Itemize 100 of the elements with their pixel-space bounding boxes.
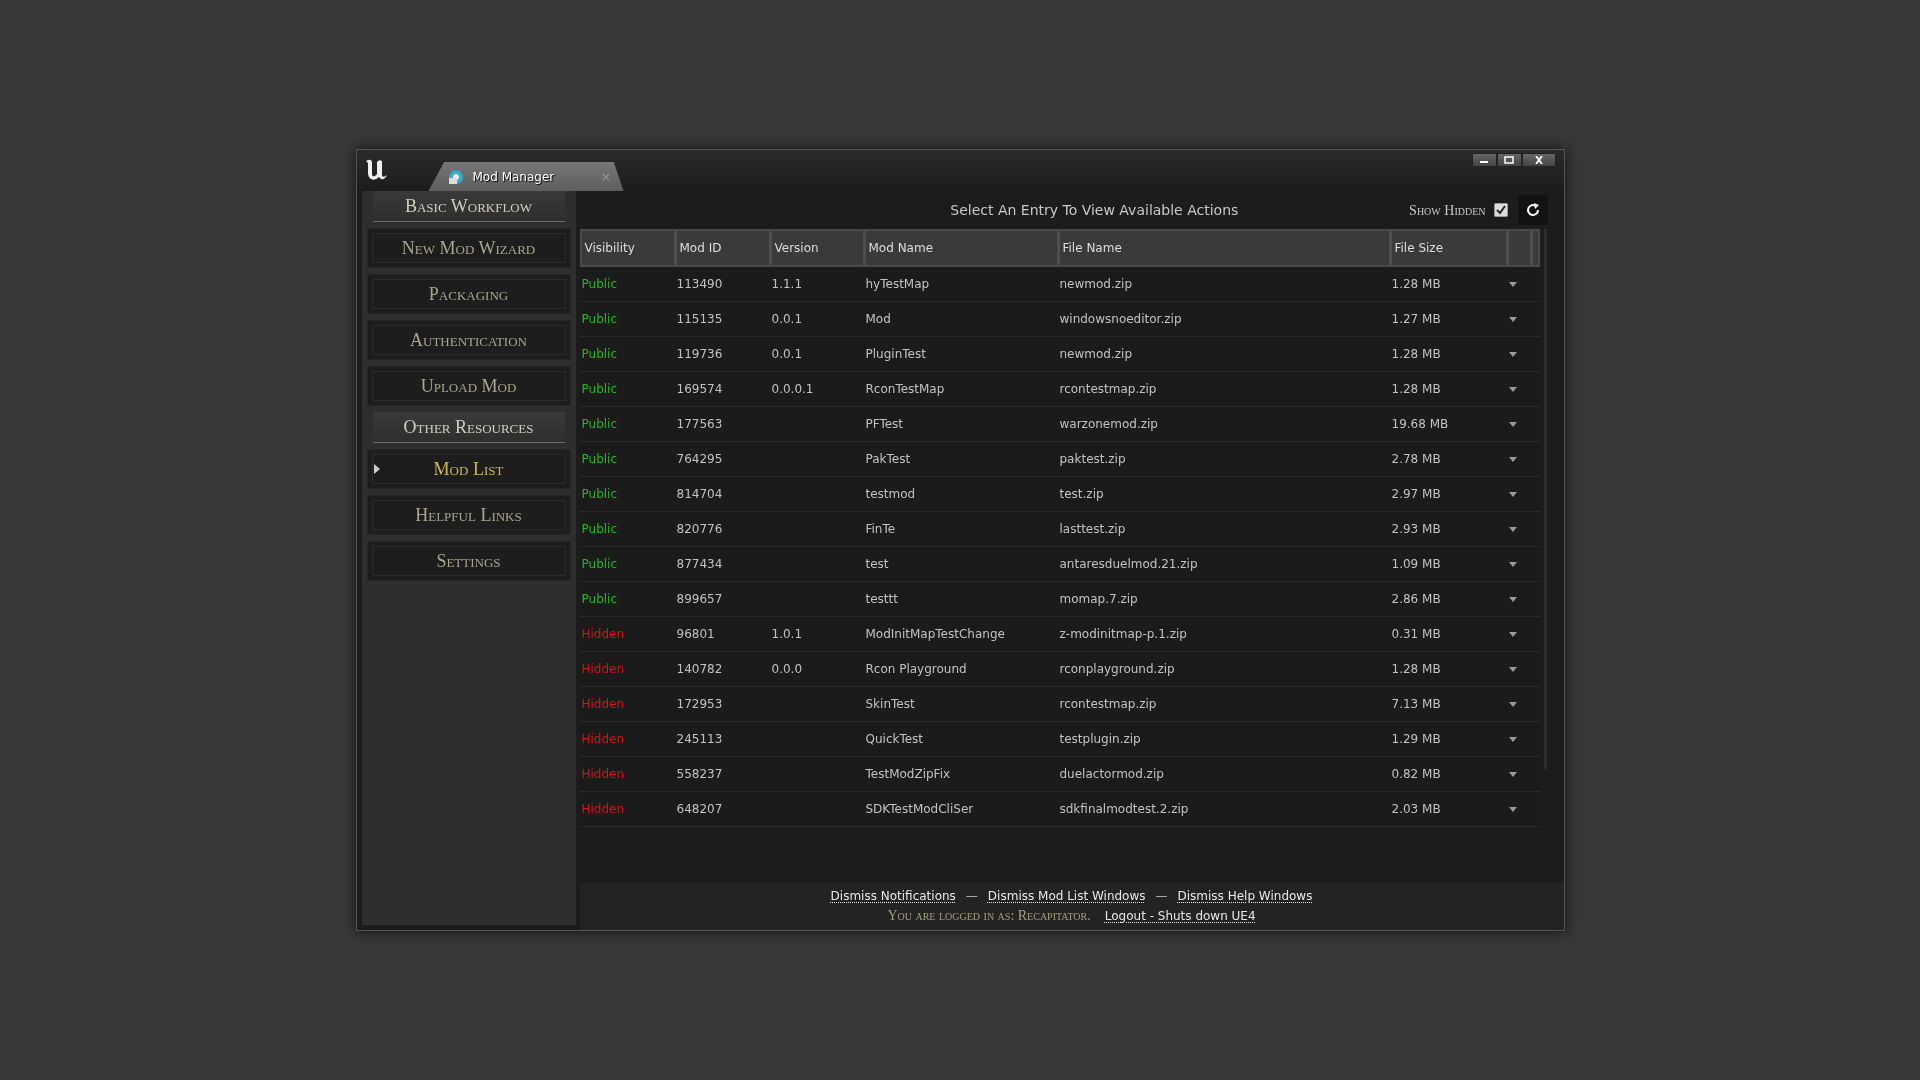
sidebar-button[interactable]: Mod List — [366, 449, 571, 489]
table-cell-text: RconTestMap — [865, 381, 945, 398]
table-cell-text: 169574 — [676, 381, 723, 398]
table-cell-text: 648207 — [676, 801, 723, 818]
visibility-text: Public — [581, 416, 617, 433]
dropdown-caret-icon[interactable] — [1508, 421, 1517, 427]
visibility-text: Public — [581, 556, 617, 573]
dropdown-caret-icon[interactable] — [1508, 316, 1517, 322]
table-cell-text: 0.0.1 — [771, 346, 803, 363]
table-cell-text: lasttest.zip — [1059, 521, 1126, 538]
dropdown-caret-icon[interactable] — [1508, 561, 1517, 567]
table-cell-text: 0.31 MB — [1391, 626, 1441, 643]
sidebar-button[interactable]: Helpful Links — [366, 495, 571, 535]
login-status-text: You are logged in as: Recapitator. — [887, 907, 1091, 925]
visibility-text: Hidden — [581, 801, 625, 818]
visibility-text: Public — [581, 521, 617, 538]
table-cell-text: 1.28 MB — [1391, 381, 1441, 398]
table-cell-text: Rcon Playground — [865, 661, 967, 678]
dropdown-caret-icon[interactable] — [1508, 701, 1517, 707]
refresh-icon — [1524, 202, 1541, 218]
dropdown-caret-icon[interactable] — [1508, 456, 1517, 462]
table-cell-text: duelactormod.zip — [1059, 766, 1164, 783]
table-cell-text: 119736 — [676, 346, 723, 363]
visibility-text: Hidden — [581, 626, 625, 643]
dropdown-caret-icon[interactable] — [1508, 771, 1517, 777]
table-cell-text: testtt — [865, 591, 898, 608]
table-cell-text: 0.82 MB — [1391, 766, 1441, 783]
sidebar-button[interactable]: Upload Mod — [366, 366, 571, 406]
table-cell-text: rcontestmap.zip — [1059, 696, 1157, 713]
separator-text: — — [1155, 888, 1168, 905]
dropdown-caret-icon[interactable] — [1508, 596, 1517, 602]
table-cell-text: 1.1.1 — [771, 276, 803, 293]
table-cell-text: 2.93 MB — [1391, 521, 1441, 538]
table-cell-text: PluginTest — [865, 346, 926, 363]
table-cell-text: 1.28 MB — [1391, 346, 1441, 363]
table-cell-text: PFTest — [865, 416, 904, 433]
table-cell-text: SkinTest — [865, 696, 915, 713]
dropdown-caret-icon[interactable] — [1508, 631, 1517, 637]
visibility-text: Public — [581, 346, 617, 363]
minimize-button[interactable] — [1471, 153, 1497, 167]
table-cell-text: Mod — [865, 311, 891, 328]
separator-text: — — [965, 888, 978, 905]
sidebar-button[interactable]: New Mod Wizard — [366, 228, 571, 268]
sidebar-button[interactable]: Authentication — [366, 320, 571, 360]
selection-arrow-icon — [373, 464, 380, 474]
window-tab[interactable]: Mod Manager × — [428, 162, 624, 191]
dropdown-caret-icon[interactable] — [1508, 281, 1517, 287]
table-cell-text: ModInitMapTestChange — [865, 626, 1005, 643]
section-heading: Basic Workflow — [372, 191, 565, 222]
dropdown-caret-icon[interactable] — [1508, 736, 1517, 742]
table-cell-text: 2.97 MB — [1391, 486, 1441, 503]
table-cell-text: 2.86 MB — [1391, 591, 1441, 608]
table-cell-text: testmod — [865, 486, 916, 503]
table-cell-text: 245113 — [676, 731, 723, 748]
table-cell-text: 764295 — [676, 451, 723, 468]
show-hidden-label: Show Hidden — [1409, 201, 1486, 220]
visibility-text: Hidden — [581, 696, 625, 713]
table-cell-text: PakTest — [865, 451, 911, 468]
dropdown-caret-icon[interactable] — [1508, 806, 1517, 812]
sidebar-button[interactable]: Settings — [366, 541, 571, 581]
dropdown-caret-icon[interactable] — [1508, 386, 1517, 392]
table-cell-text: rcontestmap.zip — [1059, 381, 1157, 398]
table-cell-text: 113490 — [676, 276, 723, 293]
table-cell-text: 140782 — [676, 661, 723, 678]
table-cell-text: 1.09 MB — [1391, 556, 1441, 573]
table-cell-text: 2.78 MB — [1391, 451, 1441, 468]
footer-link[interactable]: Dismiss Mod List Windows — [987, 887, 1146, 905]
table-cell-text: 19.68 MB — [1391, 416, 1449, 433]
table-cell-text: momap.7.zip — [1059, 591, 1138, 608]
dropdown-caret-icon[interactable] — [1508, 526, 1517, 532]
table-cell-text: antaresduelmod.21.zip — [1059, 556, 1198, 573]
table-cell-text: 177563 — [676, 416, 723, 433]
dropdown-caret-icon[interactable] — [1508, 351, 1517, 357]
close-icon — [1533, 156, 1544, 164]
show-hidden-checkbox[interactable] — [1493, 203, 1508, 217]
table-cell-text: paktest.zip — [1059, 451, 1126, 468]
table-cell-text: 899657 — [676, 591, 723, 608]
logout-link[interactable]: Logout - Shuts down UE4 — [1104, 906, 1256, 925]
section-heading: Other Resources — [372, 412, 565, 443]
footer-link[interactable]: Dismiss Help Windows — [1177, 887, 1313, 905]
table-cell-text: 172953 — [676, 696, 723, 713]
table-cell-text: hyTestMap — [865, 276, 930, 293]
table-cell-text: 877434 — [676, 556, 723, 573]
refresh-button[interactable] — [1517, 195, 1548, 225]
dropdown-caret-icon[interactable] — [1508, 666, 1517, 672]
close-button[interactable] — [1521, 153, 1556, 167]
table-cell-text: 115135 — [676, 311, 723, 328]
table-cell-text: 814704 — [676, 486, 723, 503]
sidebar-button[interactable]: Packaging — [366, 274, 571, 314]
table-cell-text: 1.27 MB — [1391, 311, 1441, 328]
maximize-button[interactable] — [1496, 153, 1522, 167]
footer-link[interactable]: Dismiss Notifications — [830, 887, 956, 905]
visibility-text: Hidden — [581, 766, 625, 783]
dropdown-caret-icon[interactable] — [1508, 491, 1517, 497]
table-cell-text: QuickTest — [865, 731, 924, 748]
visibility-text: Hidden — [581, 661, 625, 678]
table-cell-text: 558237 — [676, 766, 723, 783]
table-cell-text: 1.29 MB — [1391, 731, 1441, 748]
table-cell-text: 7.13 MB — [1391, 696, 1441, 713]
table-cell-text: test — [865, 556, 889, 573]
